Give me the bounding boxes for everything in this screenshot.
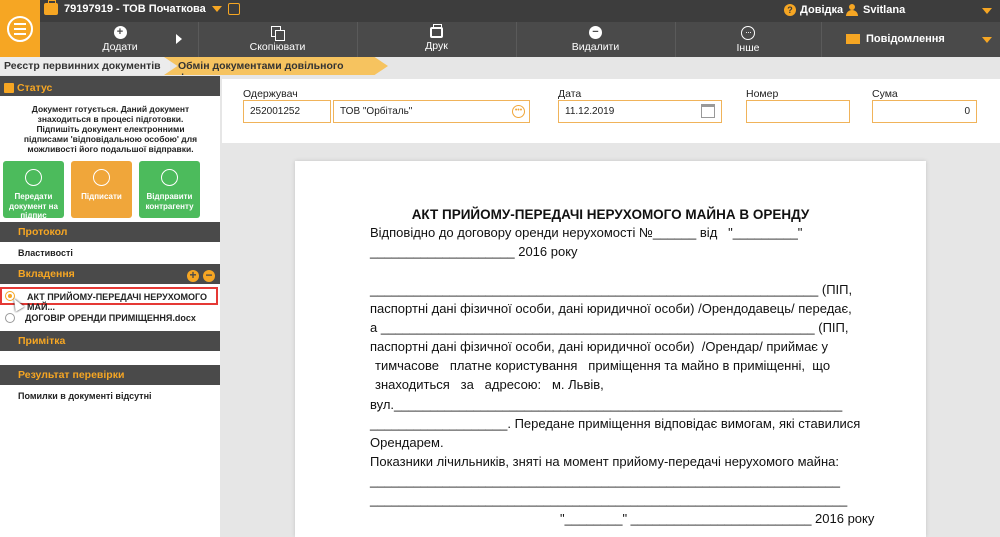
document-line: паспортні дані фізичної особи, дані юрид… bbox=[370, 301, 852, 316]
chevron-down-icon bbox=[211, 6, 222, 12]
date-label: Дата bbox=[558, 88, 582, 100]
attachment-name: ДОГОВІР ОРЕНДИ ПРИМІЩЕННЯ.docx bbox=[25, 313, 196, 323]
date-value: 11.12.2019 bbox=[565, 106, 615, 117]
user-icon bbox=[846, 4, 858, 16]
calendar-icon[interactable] bbox=[701, 104, 715, 118]
protocol-header[interactable]: Протокол bbox=[0, 222, 220, 242]
attachment-radio[interactable] bbox=[5, 313, 15, 323]
briefcase-icon bbox=[44, 0, 58, 15]
minus-icon: − bbox=[589, 26, 602, 39]
expand-arrow-icon[interactable] bbox=[176, 34, 182, 44]
chevron-down-icon[interactable] bbox=[982, 37, 992, 43]
document-line: ________________________________________… bbox=[370, 473, 840, 488]
recipient-name-value: ТОВ "Орбіталь" bbox=[340, 106, 413, 117]
user-name: Svitlana bbox=[863, 4, 906, 16]
attachment-item[interactable]: ДОГОВІР ОРЕНДИ ПРИМІЩЕННЯ.docx bbox=[0, 310, 220, 328]
number-label: Номер bbox=[746, 88, 779, 100]
breadcrumb-registry[interactable]: Реєстр первинних документів bbox=[0, 57, 170, 75]
check-result-text: Помилки в документі відсутні bbox=[18, 391, 152, 401]
divider bbox=[198, 22, 199, 57]
divider bbox=[516, 22, 517, 57]
print-button[interactable]: Друк bbox=[359, 22, 514, 57]
sum-label: Сума bbox=[872, 88, 898, 100]
sign-button[interactable]: Підписати bbox=[71, 161, 132, 218]
document-line: ________________________________________… bbox=[370, 282, 853, 297]
attachment-name: АКТ ПРИЙОМУ-ПЕРЕДАЧІ НЕРУХОМОГО МАЙ... bbox=[27, 292, 207, 312]
messages-label: Повідомлення bbox=[866, 33, 945, 45]
scrollbar[interactable] bbox=[988, 143, 998, 537]
question-icon: ? bbox=[784, 4, 796, 16]
status-header: Статус bbox=[0, 76, 220, 96]
send-for-signing-button[interactable]: Передати документ на підпис bbox=[3, 161, 64, 220]
plus-icon: + bbox=[113, 26, 127, 39]
status-title: Статус bbox=[17, 82, 53, 94]
user-menu[interactable]: Svitlana bbox=[846, 4, 905, 16]
add-attachment-icon[interactable]: + bbox=[187, 269, 199, 282]
send-to-contractor-button[interactable]: Відправити контрагенту bbox=[139, 161, 200, 218]
properties-link[interactable]: Властивості bbox=[18, 248, 73, 258]
sidebar: Статус Документ готується. Даний докумен… bbox=[0, 76, 220, 537]
copy-label: Скопіювати bbox=[249, 41, 306, 53]
app-menu-button[interactable] bbox=[0, 0, 40, 57]
document-line: Показники лічильників, зняті на момент п… bbox=[370, 454, 840, 469]
print-label: Друк bbox=[425, 40, 448, 52]
document-line: тимчасове платне користування приміщення… bbox=[375, 358, 831, 373]
more-icon: ··· bbox=[741, 25, 755, 40]
check-circle-icon bbox=[25, 169, 42, 186]
document-line: паспортні дані фізичної особи, дані юрид… bbox=[370, 339, 829, 354]
document-line: а ______________________________________… bbox=[370, 320, 849, 335]
edit-icon[interactable] bbox=[227, 3, 240, 15]
check-result-header: Результат перевірки bbox=[0, 365, 220, 385]
add-label: Додати bbox=[102, 41, 138, 53]
document-preview: АКТ ПРИЙОМУ-ПЕРЕДАЧІ НЕРУХОМОГО МАЙНА В … bbox=[295, 161, 926, 537]
status-icon bbox=[4, 83, 14, 93]
remove-attachment-icon[interactable]: − bbox=[203, 269, 215, 282]
recipient-name-field[interactable]: ТОВ "Орбіталь" ••• bbox=[333, 100, 530, 123]
divider bbox=[675, 22, 676, 57]
sign-label: Підписати bbox=[81, 192, 122, 201]
document-line: вул.____________________________________… bbox=[370, 397, 843, 412]
status-text: Документ готується. Даний документ знахо… bbox=[23, 104, 198, 154]
document-line: "________" _________________________ 201… bbox=[560, 511, 875, 526]
divider bbox=[357, 22, 358, 57]
envelope-icon bbox=[846, 34, 860, 44]
pen-icon bbox=[93, 169, 110, 186]
copy-button[interactable]: Скопіювати bbox=[200, 22, 355, 57]
copy-icon bbox=[271, 26, 285, 41]
company-name: 79197919 - ТОВ Початкова bbox=[64, 3, 206, 15]
delete-label: Видалити bbox=[571, 41, 620, 53]
attachment-item[interactable]: АКТ ПРИЙОМУ-ПЕРЕДАЧІ НЕРУХОМОГО МАЙ... bbox=[0, 287, 218, 312]
document-line: ___________________. Передане приміщення… bbox=[370, 416, 861, 431]
send-to-contractor-label: Відправити контрагенту bbox=[145, 192, 194, 211]
send-icon bbox=[161, 169, 178, 186]
document-line: знаходиться за адресою: м. Львів, bbox=[375, 377, 604, 392]
number-field[interactable] bbox=[746, 100, 850, 123]
delete-button[interactable]: − Видалити bbox=[518, 22, 673, 57]
help-label: Довідка bbox=[800, 4, 844, 16]
recipient-code-field[interactable]: 252001252 bbox=[243, 100, 331, 123]
note-header[interactable]: Примітка bbox=[0, 331, 220, 351]
ellipsis-icon[interactable]: ••• bbox=[512, 105, 525, 118]
document-line: Орендарем. bbox=[370, 435, 444, 450]
menu-icon bbox=[7, 15, 33, 42]
breadcrumb-exchange[interactable]: Обмін документами довільного формату bbox=[164, 57, 388, 75]
divider bbox=[821, 22, 822, 57]
printer-icon bbox=[430, 24, 443, 38]
recipient-label: Одержувач bbox=[243, 88, 298, 100]
document-header-form: Одержувач 252001252 ТОВ "Орбіталь" ••• Д… bbox=[222, 79, 1000, 143]
document-title: АКТ ПРИЙОМУ-ПЕРЕДАЧІ НЕРУХОМОГО МАЙНА В … bbox=[411, 207, 810, 222]
help-link[interactable]: ? Довідка bbox=[784, 4, 843, 16]
add-button[interactable]: + Додати bbox=[60, 22, 180, 57]
sum-field[interactable]: 0 bbox=[872, 100, 977, 123]
document-line: ________________________________________… bbox=[370, 492, 848, 507]
company-selector[interactable]: 79197919 - ТОВ Початкова bbox=[44, 0, 240, 15]
chevron-down-icon[interactable] bbox=[982, 8, 992, 14]
send-for-signing-label: Передати документ на підпис bbox=[9, 192, 58, 220]
messages-button[interactable]: Повідомлення bbox=[846, 33, 945, 45]
date-field[interactable]: 11.12.2019 bbox=[558, 100, 722, 123]
document-line: Відповідно до договору оренди нерухомост… bbox=[370, 225, 803, 240]
more-button[interactable]: ··· Інше bbox=[677, 22, 819, 57]
document-line: ____________________ 2016 року bbox=[370, 244, 578, 259]
more-label: Інше bbox=[736, 41, 760, 54]
